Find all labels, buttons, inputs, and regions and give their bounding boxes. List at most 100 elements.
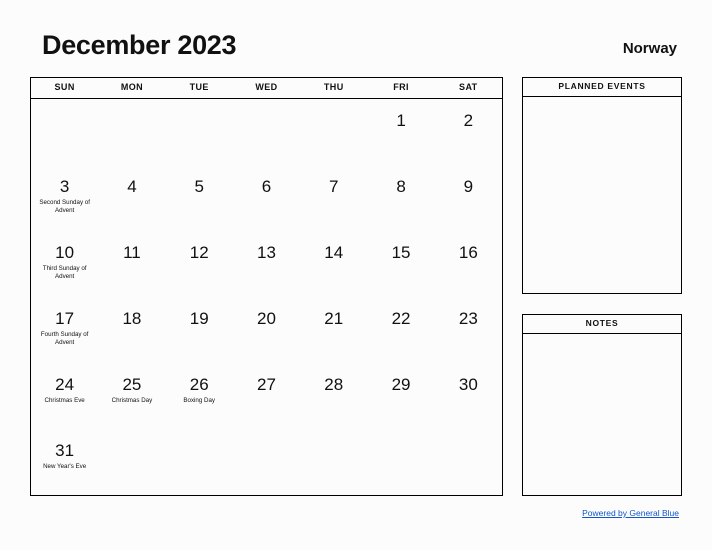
day-cell[interactable]: 16	[435, 231, 502, 297]
day-cell[interactable]: 9	[435, 165, 502, 231]
calendar-weeks: 1 2 3 Second Sunday of Advent 4 5 6 7 8 …	[31, 99, 502, 495]
day-number: 3	[59, 177, 70, 196]
day-cell[interactable]: 18	[98, 297, 165, 363]
day-number: 9	[463, 177, 474, 196]
day-number	[98, 441, 165, 460]
day-cell[interactable]: 25 Christmas Day	[98, 363, 165, 429]
day-cell[interactable]: 19	[166, 297, 233, 363]
weekday-header-sat: SAT	[459, 82, 478, 92]
week-row: 1 2	[31, 99, 502, 165]
day-event: New Year's Eve	[43, 463, 87, 470]
day-cell[interactable]: 24 Christmas Eve	[31, 363, 98, 429]
day-cell[interactable]: 3 Second Sunday of Advent	[31, 165, 98, 231]
day-cell[interactable]: 17 Fourth Sunday of Advent	[31, 297, 98, 363]
day-number: 10	[55, 243, 75, 262]
day-number: 31	[55, 441, 75, 460]
week-row: 3 Second Sunday of Advent 4 5 6 7 8 9	[31, 165, 502, 231]
day-cell[interactable]: 13	[233, 231, 300, 297]
planned-events-panel: PLANNED EVENTS	[522, 77, 682, 294]
day-number: 7	[329, 177, 339, 196]
day-cell[interactable]	[233, 429, 300, 495]
day-cell[interactable]: 14	[300, 231, 367, 297]
day-number	[98, 111, 165, 130]
day-cell[interactable]: 4	[98, 165, 165, 231]
day-cell[interactable]: 20	[233, 297, 300, 363]
day-event: Christmas Eve	[44, 397, 85, 404]
day-cell[interactable]: 28	[300, 363, 367, 429]
day-number: 30	[458, 375, 478, 394]
day-event: Second Sunday of Advent	[39, 199, 90, 215]
day-number	[300, 441, 367, 460]
day-cell[interactable]	[166, 429, 233, 495]
day-number	[31, 111, 98, 130]
day-cell[interactable]: 31 New Year's Eve	[31, 429, 98, 495]
week-row: 17 Fourth Sunday of Advent 18 19 20 21 2…	[31, 297, 502, 363]
calendar-page: December 2023 Norway SUN MON TUE WED THU…	[0, 0, 712, 550]
day-cell[interactable]: 22	[367, 297, 434, 363]
notes-panel: NOTES	[522, 314, 682, 496]
planned-events-body[interactable]	[523, 97, 681, 293]
day-cell[interactable]: 29	[367, 363, 434, 429]
day-cell[interactable]	[300, 99, 367, 165]
day-cell[interactable]: 26 Boxing Day	[166, 363, 233, 429]
notes-body[interactable]	[523, 334, 681, 495]
day-number	[233, 111, 300, 130]
day-cell[interactable]: 1	[367, 99, 434, 165]
day-cell[interactable]	[300, 429, 367, 495]
notes-heading: NOTES	[523, 315, 681, 334]
day-event: Boxing Day	[183, 397, 216, 404]
day-cell[interactable]: 23	[435, 297, 502, 363]
day-cell[interactable]: 2	[435, 99, 502, 165]
day-number: 22	[391, 309, 411, 328]
weekday-header-thu: THU	[323, 82, 344, 92]
day-number: 18	[122, 309, 142, 328]
day-cell[interactable]	[233, 99, 300, 165]
country-label: Norway	[622, 40, 677, 57]
day-cell[interactable]: 15	[367, 231, 434, 297]
day-number	[435, 441, 502, 460]
day-cell[interactable]: 21	[300, 297, 367, 363]
day-cell[interactable]	[367, 429, 434, 495]
day-cell[interactable]	[98, 99, 165, 165]
day-number: 26	[189, 375, 209, 394]
day-number: 16	[458, 243, 478, 262]
weekday-header-sun: SUN	[54, 82, 75, 92]
day-event: Christmas Day	[111, 397, 153, 404]
day-cell[interactable]: 10 Third Sunday of Advent	[31, 231, 98, 297]
day-cell[interactable]: 6	[233, 165, 300, 231]
day-number: 21	[324, 309, 344, 328]
day-number: 27	[257, 375, 276, 394]
day-cell[interactable]	[166, 99, 233, 165]
day-number: 12	[189, 243, 209, 262]
day-cell[interactable]: 5	[166, 165, 233, 231]
day-cell[interactable]	[98, 429, 165, 495]
day-number: 29	[391, 375, 411, 394]
day-number: 15	[391, 243, 411, 262]
day-cell[interactable]: 8	[367, 165, 434, 231]
day-cell[interactable]: 11	[98, 231, 165, 297]
day-cell[interactable]: 12	[166, 231, 233, 297]
weekday-header-wed: WED	[255, 82, 278, 92]
day-event: Third Sunday of Advent	[42, 265, 87, 281]
day-cell[interactable]	[435, 429, 502, 495]
day-number: 24	[55, 375, 75, 394]
day-cell[interactable]	[31, 99, 98, 165]
week-row: 10 Third Sunday of Advent 11 12 13 14 15…	[31, 231, 502, 297]
day-number: 17	[55, 309, 75, 328]
planned-events-heading: PLANNED EVENTS	[523, 78, 681, 97]
day-cell[interactable]: 30	[435, 363, 502, 429]
day-number: 5	[194, 177, 204, 196]
day-number: 6	[261, 177, 272, 196]
day-cell[interactable]: 27	[233, 363, 300, 429]
day-number	[166, 441, 233, 460]
day-number: 13	[257, 243, 276, 262]
day-number: 20	[257, 309, 276, 328]
day-number: 8	[396, 177, 406, 196]
day-number: 2	[463, 111, 474, 130]
day-number: 14	[324, 243, 344, 262]
day-number: 4	[127, 177, 137, 196]
week-row: 24 Christmas Eve 25 Christmas Day 26 Box…	[31, 363, 502, 429]
weekday-header-row: SUN MON TUE WED THU FRI SAT	[31, 78, 502, 99]
powered-by-link[interactable]: Powered by General Blue	[582, 508, 679, 518]
day-cell[interactable]: 7	[300, 165, 367, 231]
